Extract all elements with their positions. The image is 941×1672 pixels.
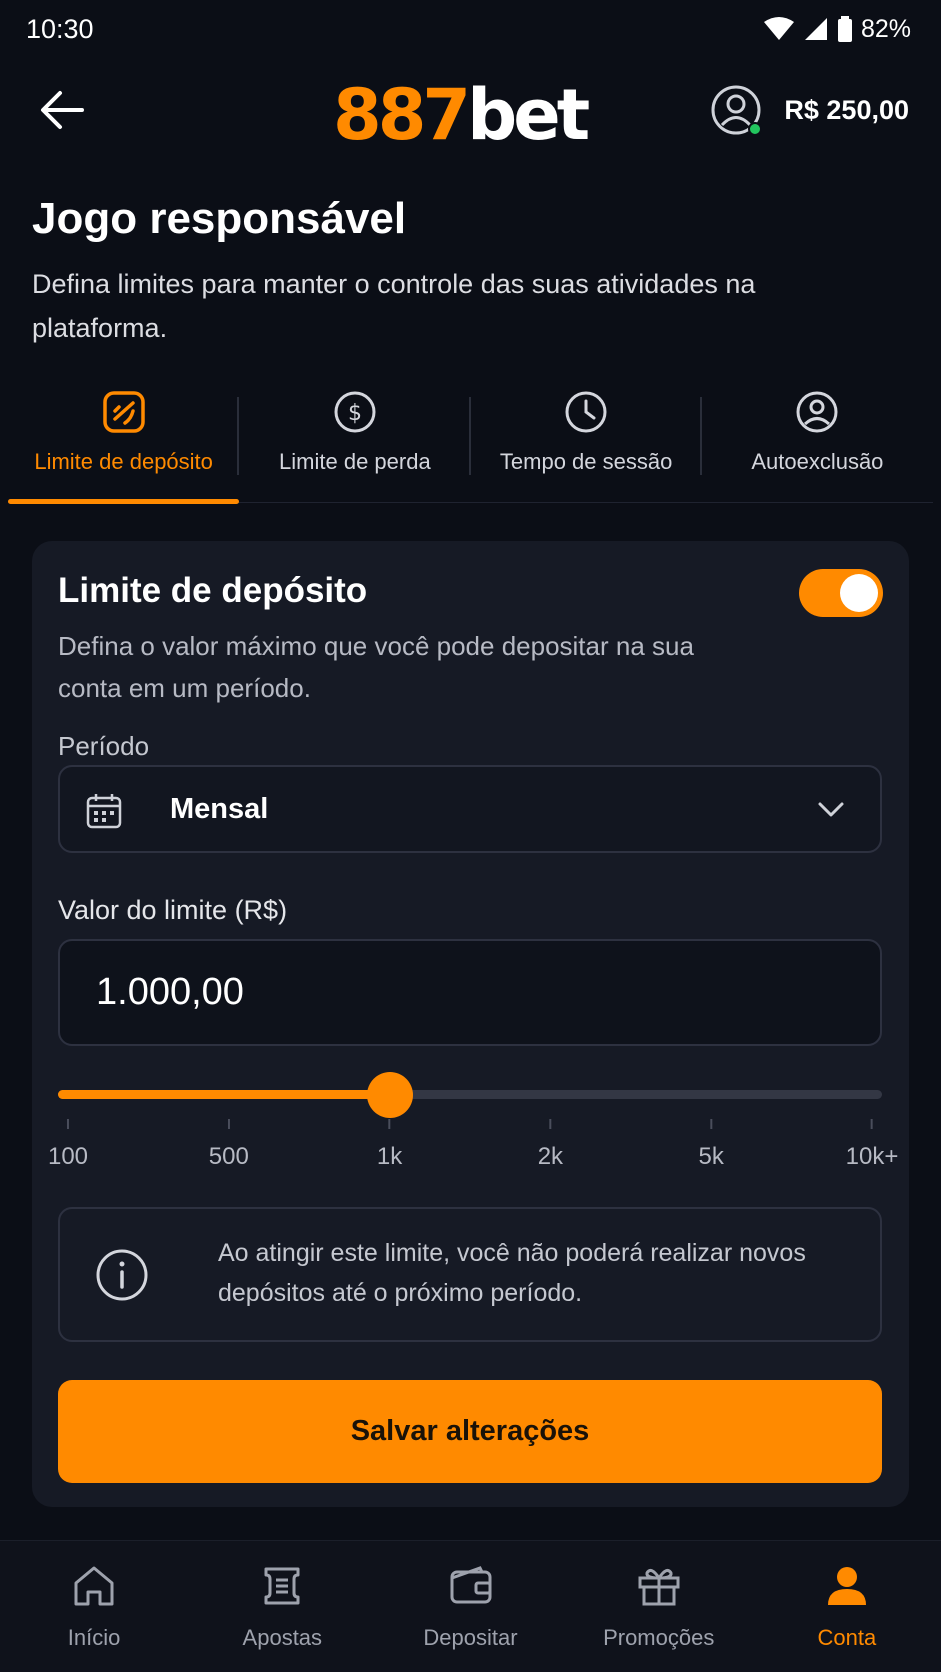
status-bar: 10:30 82% <box>0 0 941 58</box>
limit-tabs: Limite de depósito $ Limite de perda Tem… <box>8 385 933 504</box>
tab-label: Autoexclusão <box>751 449 884 474</box>
account-balance[interactable]: R$ 250,00 <box>710 84 909 136</box>
battery-icon <box>837 16 852 42</box>
slider-tick: 100 <box>48 1119 88 1171</box>
user-circle-icon <box>796 391 838 433</box>
nav-label: Depositar <box>423 1625 518 1650</box>
card-title: Limite de depósito <box>58 571 368 610</box>
info-icon <box>96 1249 148 1301</box>
tick-label: 1k <box>376 1143 403 1170</box>
limit-value-label: Valor do limite (R$) <box>58 895 288 925</box>
info-text: Ao atingir este limite, você não poderá … <box>218 1239 806 1307</box>
chevron-down-icon <box>818 802 844 817</box>
slider-ticks: 100 500 1k 2k 5k 10k+ <box>48 1119 898 1171</box>
nav-label: Promoções <box>603 1625 715 1650</box>
status-indicators: 82% <box>763 15 911 44</box>
tick-label: 500 <box>208 1143 249 1170</box>
tick-mark <box>710 1119 713 1129</box>
deposit-limit-card: Limite de depósito Defina o valor máximo… <box>32 541 909 1507</box>
slider-thumb[interactable] <box>366 1072 413 1118</box>
tick-mark <box>549 1119 552 1129</box>
tab-session-time[interactable]: Tempo de sessão <box>471 385 702 502</box>
tab-self-exclusion[interactable]: Autoexclusão <box>702 385 933 502</box>
nav-account[interactable]: Conta <box>753 1541 941 1672</box>
tick-label: 2k <box>537 1143 564 1170</box>
svg-text:$: $ <box>348 401 362 426</box>
calendar-icon <box>86 794 122 829</box>
logo-number: 887 <box>333 74 471 156</box>
nav-promotions[interactable]: Promoções <box>565 1541 753 1672</box>
card-description: Defina o valor máximo que você pode depo… <box>58 631 694 703</box>
period-label: Período <box>58 731 150 761</box>
battery-level: 82% <box>860 14 911 43</box>
nav-home[interactable]: Início <box>0 1541 188 1672</box>
nav-deposit[interactable]: Depositar <box>376 1541 564 1672</box>
clock-icon <box>565 391 607 433</box>
status-time: 10:30 <box>26 13 94 44</box>
info-notice: Ao atingir este limite, você não poderá … <box>58 1207 882 1342</box>
slider-tick: 5k <box>699 1119 724 1171</box>
tick-mark <box>66 1119 69 1129</box>
limit-slider[interactable]: 100 500 1k 2k 5k 10k+ <box>48 1072 898 1170</box>
tab-loss-limit[interactable]: $ Limite de perda <box>239 385 471 502</box>
tick-label: 5k <box>698 1143 724 1170</box>
slider-tick: 1k <box>377 1119 402 1171</box>
account-icon <box>827 1567 866 1605</box>
tab-label: Limite de depósito <box>34 449 213 474</box>
deposit-limit-toggle[interactable] <box>799 569 883 617</box>
slider-tick: 2k <box>538 1119 563 1171</box>
slider-fill <box>58 1090 390 1099</box>
save-changes-button[interactable]: Salvar alterações <box>58 1380 882 1483</box>
back-arrow-icon[interactable] <box>38 88 86 132</box>
tick-mark <box>871 1119 873 1129</box>
gift-icon <box>638 1568 680 1606</box>
balance-amount: R$ 250,00 <box>784 94 909 125</box>
wifi-icon <box>763 17 794 40</box>
page-title: Jogo responsável <box>32 194 407 243</box>
period-select[interactable]: Mensal <box>58 765 882 853</box>
tab-label: Tempo de sessão <box>499 449 673 474</box>
nav-label: Apostas <box>242 1625 323 1650</box>
tick-mark <box>388 1119 391 1129</box>
nav-bets[interactable]: Apostas <box>188 1541 376 1672</box>
tick-label: 100 <box>47 1143 89 1170</box>
tick-label: 10k+ <box>845 1143 899 1170</box>
period-value: Mensal <box>170 793 269 825</box>
page-subtitle: Defina limites para manter o controle da… <box>32 269 756 343</box>
dollar-circle-icon: $ <box>334 391 376 433</box>
toggle-knob <box>840 574 878 612</box>
slider-tick: 10k+ <box>845 1119 899 1171</box>
slider-tick: 500 <box>209 1119 249 1171</box>
deposit-limit-icon <box>102 391 145 433</box>
bet-slip-icon <box>264 1567 300 1605</box>
tick-mark <box>227 1119 230 1129</box>
app-header: 887bet R$ 250,00 <box>0 70 941 150</box>
bottom-nav: Início Apostas Depositar Promoções Conta <box>0 1540 941 1672</box>
logo-word: bet <box>467 74 590 156</box>
nav-label: Início <box>67 1625 121 1650</box>
signal-icon <box>804 18 827 40</box>
limit-value-text: 1.000,00 <box>96 971 244 1013</box>
avatar[interactable] <box>710 84 763 136</box>
limit-value-input[interactable]: 1.000,00 <box>58 939 882 1046</box>
tab-deposit-limit[interactable]: Limite de depósito <box>8 385 240 504</box>
tab-label: Limite de perda <box>279 449 431 474</box>
home-icon <box>74 1566 114 1606</box>
wallet-icon <box>450 1566 491 1604</box>
brand-logo: 887bet <box>333 80 590 150</box>
nav-label: Conta <box>817 1625 877 1650</box>
